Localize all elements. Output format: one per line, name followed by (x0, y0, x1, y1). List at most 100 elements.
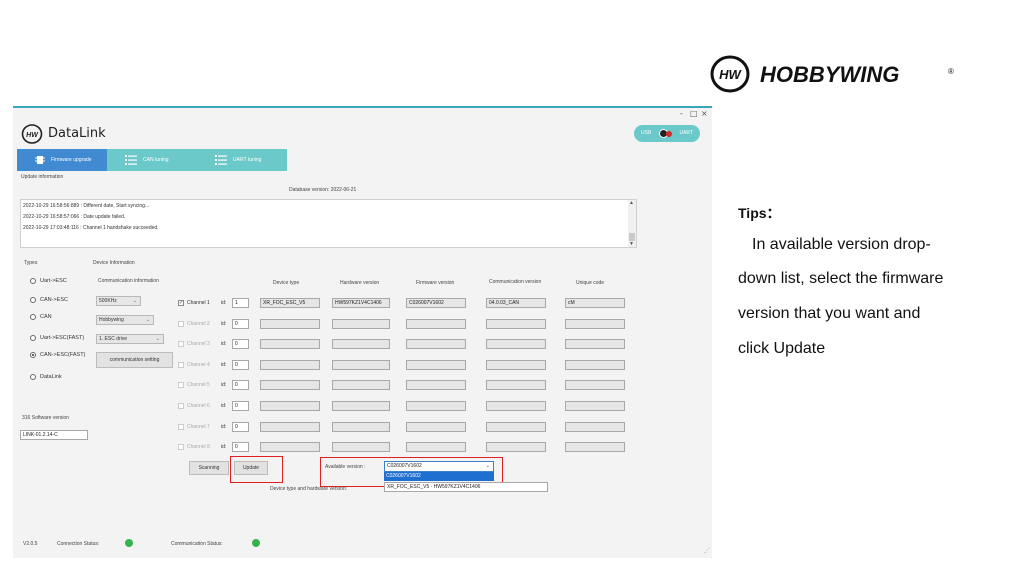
channel-unique-field (565, 380, 625, 391)
channel-id-input[interactable]: 0 (232, 359, 249, 370)
scroll-up-icon[interactable]: ▲ (629, 200, 634, 206)
channel-checkbox[interactable]: Channel 8 (178, 444, 210, 451)
update-information-label: Update information (21, 174, 64, 180)
type-radio-option[interactable]: DataLink (30, 374, 62, 380)
channel-checkbox[interactable]: Channel 7 (178, 423, 210, 430)
checkbox-box[interactable] (178, 382, 184, 389)
channel-label: Channel 5 (187, 382, 210, 389)
maximize-button[interactable]: □ (690, 109, 698, 118)
types-label: Types (24, 260, 38, 266)
checkbox-box[interactable] (178, 361, 184, 368)
resize-grip-icon[interactable]: ⋰ (704, 547, 710, 554)
mode-select[interactable]: 1. ESC drive ⌄ (96, 334, 164, 344)
checkbox-box[interactable] (178, 423, 184, 430)
log-line: 2022-10-29 17:03:48:116 : Channel 1 hand… (23, 225, 159, 231)
tip-line-4: click Update (738, 340, 826, 357)
channel-device-type-field (260, 359, 320, 370)
radio-label: CAN->ESC(FAST) (40, 352, 86, 358)
radio-circle[interactable] (30, 278, 36, 284)
chevron-down-icon: ⌄ (155, 336, 160, 342)
channel-checkbox[interactable]: Channel 4 (178, 361, 210, 368)
baud-rate-select[interactable]: 500KHz ⌄ (96, 296, 141, 306)
channel-hardware-field (332, 401, 390, 411)
channel-checkbox[interactable]: Channel 5 (178, 382, 210, 389)
app-version: V2.0.5 (23, 541, 38, 547)
svg-text:HW: HW (26, 132, 39, 139)
usb-uart-toggle[interactable]: USB UART (634, 125, 700, 142)
brand-select[interactable]: Hobbywing ⌄ (96, 315, 154, 325)
chevron-down-icon: ⌄ (145, 317, 150, 323)
radio-circle[interactable] (30, 352, 36, 358)
connection-status-led (125, 539, 133, 547)
channel-id-input[interactable]: 0 (232, 318, 249, 329)
type-radio-option[interactable]: CAN (30, 314, 52, 320)
device-hardware-label: Device type and hardware version: (270, 486, 347, 492)
scroll-thumb[interactable] (629, 233, 635, 241)
channel-label: Channel 1 (187, 300, 210, 306)
channel-checkbox[interactable]: Channel 6 (178, 403, 210, 409)
type-radio-option[interactable]: CAN->ESC(FAST) (30, 352, 85, 358)
header-firmware-version: Firmware version (416, 280, 455, 286)
channel-label: Channel 6 (187, 403, 210, 409)
channel-unique-field (565, 421, 625, 432)
channel-device-type-field (260, 339, 320, 350)
channel-firmware-field (406, 442, 466, 453)
channel-comm-field (486, 339, 546, 350)
software-version-field: LINK-01.2.14-C (20, 430, 88, 440)
checkmark-icon[interactable]: ✓ (178, 300, 184, 306)
id-label: id: (221, 403, 227, 409)
type-radio-option[interactable]: Uart->ESC(FAST) (30, 335, 84, 341)
minimize-button[interactable]: - (680, 109, 683, 118)
update-log[interactable]: 2022-10-29 16:58:56:889 : Different date… (20, 199, 637, 248)
tab-uart-tuning[interactable]: UART tuning (197, 149, 287, 171)
channel-checkbox[interactable]: Channel 3 (178, 341, 210, 348)
channel-hardware-field (332, 339, 390, 350)
type-radio-option[interactable]: CAN->ESC (30, 297, 68, 303)
tab-can-tuning[interactable]: CAN tuning (107, 149, 197, 171)
id-label: id: (221, 382, 227, 389)
selected-value: 500KHz (99, 298, 117, 304)
channel-unique-field: cM (565, 298, 625, 308)
channel-comm-field: 04.0.03_CAN (486, 298, 546, 308)
device-information-label: Device Information (93, 260, 135, 266)
channel-id-input[interactable]: 1 (232, 298, 249, 308)
channel-firmware-field (406, 380, 466, 391)
communication-setting-button[interactable]: communication setting (96, 352, 173, 368)
channel-id-input[interactable]: 0 (232, 380, 249, 391)
scanning-button[interactable]: Scanning (189, 461, 229, 475)
channel-id-input[interactable]: 0 (232, 401, 249, 411)
channel-comm-field (486, 359, 546, 370)
channel-id-input[interactable]: 0 (232, 442, 249, 453)
radio-circle[interactable] (30, 297, 36, 303)
radio-circle[interactable] (30, 314, 36, 320)
checkbox-box[interactable] (178, 320, 184, 327)
radio-circle[interactable] (30, 335, 36, 341)
channel-device-type-field (260, 318, 320, 329)
channel-device-type-field: XR_FOC_ESC_V5 (260, 298, 320, 308)
svg-text:®: ® (948, 67, 954, 76)
tab-firmware-upgrade[interactable]: Firmware upgrade (17, 149, 107, 171)
radio-circle[interactable] (30, 374, 36, 380)
channel-firmware-field (406, 339, 466, 350)
channel-firmware-field (406, 421, 466, 432)
log-scrollbar[interactable]: ▲ ▼ (628, 200, 636, 247)
device-hardware-field: XR_FOC_ESC_V5 · HW597KZ1V4C1406 (384, 482, 548, 492)
tab-label: CAN tuning (143, 157, 169, 163)
channel-id-input[interactable]: 0 (232, 421, 249, 432)
channel-id-input[interactable]: 0 (232, 339, 249, 350)
channel-unique-field (565, 359, 625, 370)
checkbox-box[interactable] (178, 444, 184, 451)
channel-checkbox[interactable]: ✓ Channel 1 (178, 300, 210, 306)
selected-value: 1. ESC drive (99, 336, 128, 342)
type-radio-option[interactable]: Uart->ESC (30, 278, 67, 284)
channel-firmware-field (406, 401, 466, 411)
channel-firmware-field (406, 318, 466, 329)
channel-hardware-field (332, 359, 390, 370)
close-button[interactable]: × (701, 109, 708, 118)
chevron-down-icon: ⌄ (132, 298, 137, 304)
checkbox-box[interactable] (178, 341, 184, 348)
channel-firmware-field (406, 359, 466, 370)
checkbox-box[interactable] (178, 403, 184, 409)
channel-checkbox[interactable]: Channel 2 (178, 320, 210, 327)
scroll-down-icon[interactable]: ▼ (629, 241, 634, 247)
